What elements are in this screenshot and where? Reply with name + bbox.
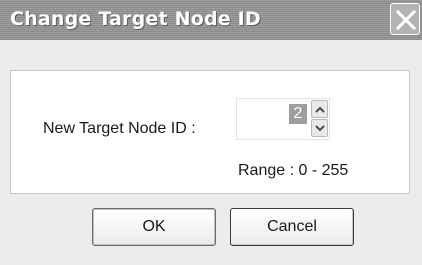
target-node-id-label: New Target Node ID : — [43, 120, 196, 137]
target-node-id-spinner[interactable]: 2 — [236, 98, 330, 140]
spin-up-button[interactable] — [311, 100, 328, 118]
title-bar[interactable]: Change Target Node ID — [0, 0, 422, 40]
spinner-buttons — [311, 100, 328, 138]
dialog-window: Change Target Node ID New Target Node ID… — [0, 0, 422, 265]
spin-down-button[interactable] — [311, 119, 328, 137]
chevron-down-icon — [315, 125, 325, 132]
spinner-value[interactable]: 2 — [289, 104, 307, 124]
dialog-title: Change Target Node ID — [10, 8, 261, 30]
ok-button[interactable]: OK — [92, 208, 216, 246]
chevron-up-icon — [315, 106, 325, 113]
close-icon — [396, 10, 416, 30]
cancel-button[interactable]: Cancel — [230, 208, 354, 246]
range-label: Range : 0 - 255 — [238, 162, 349, 179]
close-button[interactable] — [390, 3, 420, 35]
